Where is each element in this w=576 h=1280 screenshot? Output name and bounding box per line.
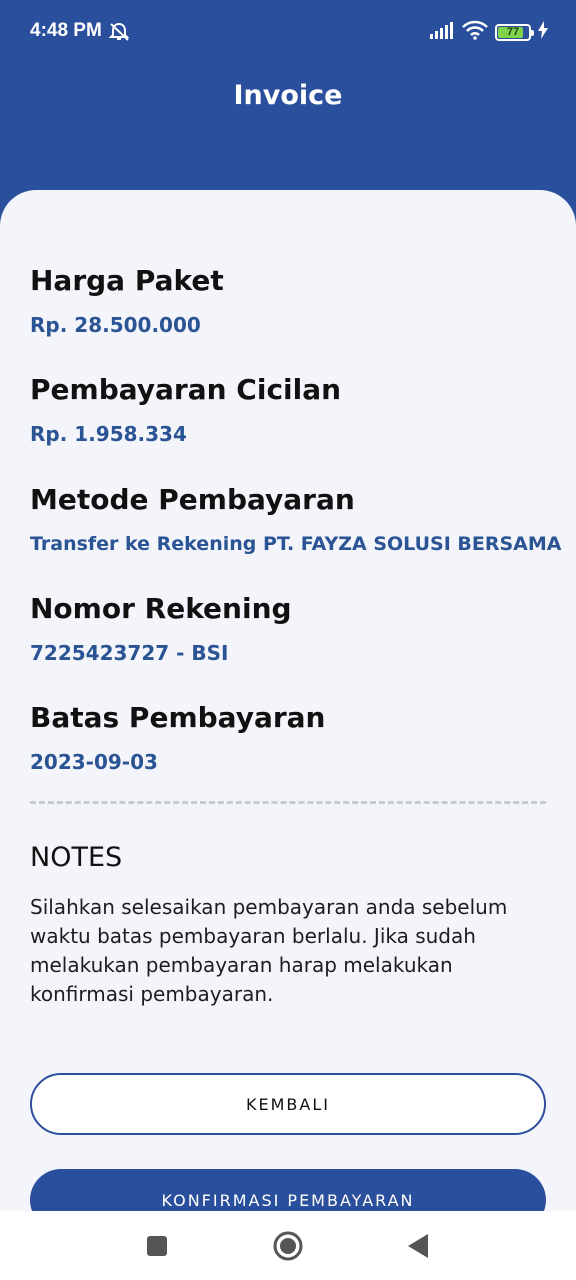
signal-icon <box>429 21 455 44</box>
field-label: Batas Pembayaran <box>30 701 326 734</box>
status-bar: 4:48 PM 77 <box>0 0 576 64</box>
field-value: Rp. 28.500.000 <box>30 313 201 337</box>
field-nomor-rekening: Nomor Rekening 7225423727 - BSI <box>30 592 550 666</box>
field-batas-pembayaran: Batas Pembayaran 2023-09-03 <box>30 701 550 775</box>
mute-icon <box>108 22 130 42</box>
invoice-card: Harga Paket Rp. 28.500.000 Pembayaran Ci… <box>0 190 576 1280</box>
field-value: 7225423727 - BSI <box>30 641 229 665</box>
invoice-screen: 4:48 PM 77 Invoice Harga Paket Rp. 28.50… <box>0 0 576 1280</box>
page-title: Invoice <box>233 80 343 111</box>
field-label: Nomor Rekening <box>30 592 292 625</box>
notes-text: Silahkan selesaikan pembayaran anda sebe… <box>30 895 508 1006</box>
navigation-bar <box>0 1211 576 1280</box>
field-label: Harga Paket <box>30 264 224 297</box>
field-label: Metode Pembayaran <box>30 483 355 516</box>
wifi-icon <box>462 20 488 45</box>
field-value: Transfer ke Rekening PT. FAYZA SOLUSI BE… <box>30 533 562 555</box>
back-button[interactable]: KEMBALI <box>30 1073 546 1135</box>
field-metode-pembayaran: Metode Pembayaran Transfer ke Rekening P… <box>30 483 562 557</box>
recents-icon[interactable] <box>140 1229 174 1263</box>
field-harga-paket: Harga Paket Rp. 28.500.000 <box>30 264 550 338</box>
field-value: 2023-09-03 <box>30 750 158 774</box>
battery-icon: 77 <box>495 23 534 41</box>
notes-title: NOTES <box>30 842 123 873</box>
home-icon[interactable] <box>271 1229 305 1263</box>
battery-level: 77 <box>506 26 520 38</box>
field-pembayaran-cicilan: Pembayaran Cicilan Rp. 1.958.334 <box>30 373 550 447</box>
battery-tip <box>531 29 534 36</box>
field-label: Pembayaran Cicilan <box>30 373 342 406</box>
status-icons: 77 <box>429 20 548 45</box>
field-value: Rp. 1.958.334 <box>30 422 187 446</box>
back-icon[interactable] <box>401 1229 435 1263</box>
dashed-divider <box>30 801 546 804</box>
charging-icon <box>538 20 548 44</box>
status-time: 4:48 PM <box>30 20 102 41</box>
